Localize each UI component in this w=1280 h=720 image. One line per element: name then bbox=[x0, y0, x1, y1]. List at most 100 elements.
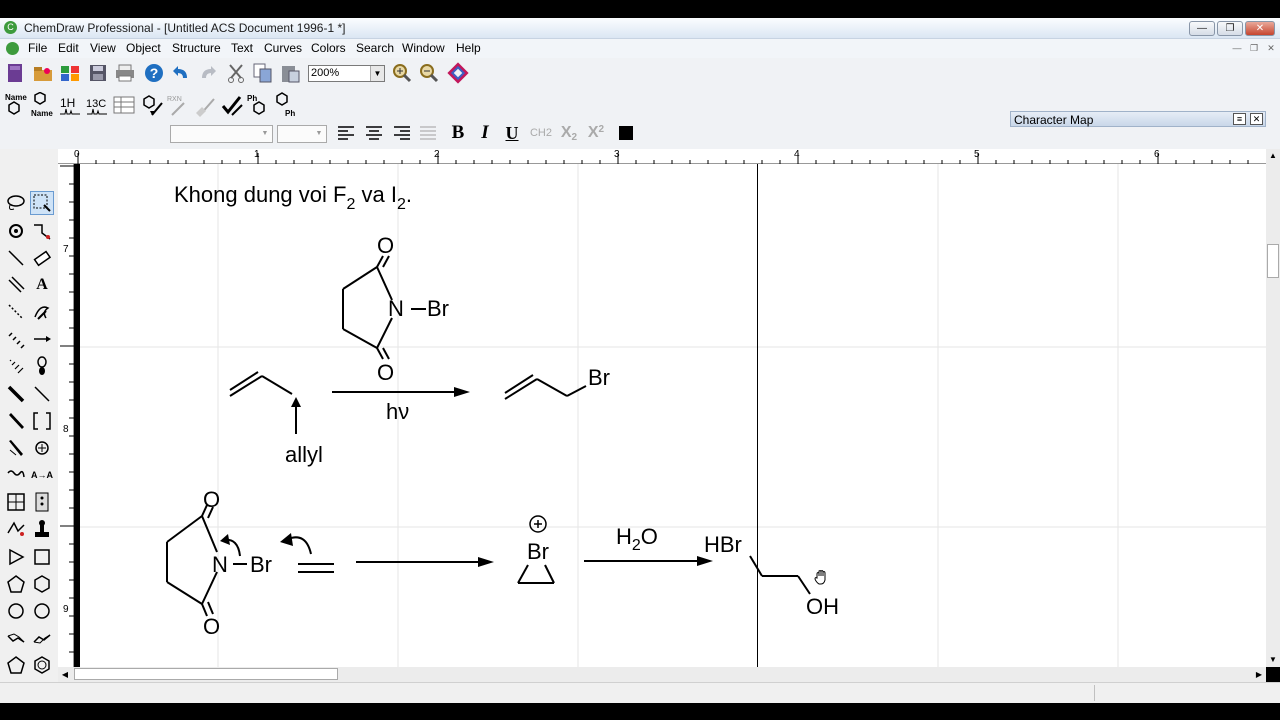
propene-structure[interactable] bbox=[229, 371, 297, 434]
new-document-icon[interactable] bbox=[3, 62, 27, 84]
menu-structure[interactable]: Structure bbox=[172, 41, 221, 55]
chemdraw-app-icon[interactable]: C bbox=[4, 21, 17, 34]
menu-file[interactable]: File bbox=[28, 41, 47, 55]
hashed-bond-tool-icon[interactable] bbox=[4, 327, 28, 351]
menu-edit[interactable]: Edit bbox=[58, 41, 79, 55]
paste-icon[interactable] bbox=[278, 62, 302, 84]
arrow-tool-icon[interactable] bbox=[30, 327, 54, 351]
reaction-icon[interactable]: RXN bbox=[166, 92, 190, 118]
formula-button[interactable]: CH2 bbox=[529, 122, 553, 144]
menu-search[interactable]: Search bbox=[356, 41, 394, 55]
tlc-tool-icon[interactable] bbox=[30, 490, 54, 514]
menu-text[interactable]: Text bbox=[231, 41, 253, 55]
undo-icon[interactable] bbox=[169, 62, 193, 84]
close-icon[interactable]: ✕ bbox=[1250, 113, 1263, 125]
eraser-tool-icon[interactable] bbox=[30, 246, 54, 270]
document-canvas[interactable]: Khong dung voi F2 va I2. O N Br O allyl bbox=[80, 164, 1266, 667]
broom-icon[interactable] bbox=[194, 92, 218, 118]
brackets-tool-icon[interactable] bbox=[30, 409, 54, 433]
scrollbar-thumb[interactable] bbox=[74, 668, 338, 680]
doc-restore-button[interactable]: ❐ bbox=[1247, 42, 1261, 55]
clean-structure-icon[interactable] bbox=[140, 92, 164, 118]
open-icon[interactable] bbox=[31, 62, 55, 84]
cyclohexane-tool-icon[interactable] bbox=[30, 572, 54, 596]
cyclooctane-tool-icon[interactable] bbox=[30, 599, 54, 623]
nbs-structure-2[interactable] bbox=[166, 504, 247, 617]
text-tool-icon[interactable]: A bbox=[30, 273, 54, 297]
c-nmr-icon[interactable]: 13C bbox=[85, 92, 109, 118]
chemical-symbols-tool-icon[interactable] bbox=[30, 436, 54, 460]
italic-button[interactable]: I bbox=[473, 122, 497, 144]
scroll-down-icon[interactable]: ▼ bbox=[1266, 653, 1280, 667]
hashed-wedge-tool-icon[interactable] bbox=[4, 354, 28, 378]
chair-cyclohexane-1-tool-icon[interactable] bbox=[4, 626, 28, 650]
align-left-icon[interactable] bbox=[334, 122, 358, 144]
cycloheptane-tool-icon[interactable] bbox=[4, 599, 28, 623]
table-icon[interactable] bbox=[112, 92, 136, 118]
save-icon[interactable] bbox=[86, 62, 110, 84]
chain-tool-icon[interactable] bbox=[30, 219, 54, 243]
name-to-structure-icon[interactable]: Name bbox=[4, 92, 28, 118]
chevron-down-icon[interactable]: ▼ bbox=[313, 127, 325, 141]
contract-label-icon[interactable]: Ph bbox=[274, 92, 298, 118]
bond-line-tool-icon[interactable] bbox=[30, 382, 54, 406]
zoom-in-icon[interactable] bbox=[390, 62, 414, 84]
superscript-button[interactable]: X2 bbox=[584, 122, 608, 144]
chevron-down-icon[interactable]: ▼ bbox=[259, 127, 271, 141]
zoom-out-icon[interactable] bbox=[417, 62, 441, 84]
cyclobutane-tool-icon[interactable] bbox=[30, 545, 54, 569]
structure-to-name-icon[interactable]: Name bbox=[30, 92, 54, 118]
help-icon[interactable]: ? bbox=[142, 62, 166, 84]
menu-view[interactable]: View bbox=[90, 41, 116, 55]
nbs-structure[interactable] bbox=[342, 255, 426, 360]
align-right-icon[interactable] bbox=[390, 122, 414, 144]
orbital-tool-icon[interactable] bbox=[30, 354, 54, 378]
reaction-mapping-tool-icon[interactable]: A→A bbox=[30, 463, 54, 487]
document-icon[interactable] bbox=[6, 42, 19, 55]
cyclopentadiene-tool-icon[interactable] bbox=[4, 653, 28, 677]
stamp-tool-icon[interactable] bbox=[30, 517, 54, 541]
menu-object[interactable]: Object bbox=[126, 41, 161, 55]
check-structure-icon[interactable] bbox=[220, 92, 244, 118]
character-map-panel[interactable]: Character Map ≡ ✕ bbox=[1010, 111, 1266, 127]
benzene-tool-icon[interactable] bbox=[30, 653, 54, 677]
scroll-left-icon[interactable]: ◀ bbox=[58, 667, 72, 682]
doc-minimize-button[interactable]: — bbox=[1230, 42, 1244, 55]
horizontal-scrollbar[interactable]: ◀ ▶ bbox=[58, 667, 1266, 682]
dashed-bond-tool-icon[interactable] bbox=[4, 300, 28, 324]
allyl-bromide-structure[interactable] bbox=[504, 374, 587, 400]
vertical-scrollbar[interactable]: ▲ ▼ bbox=[1266, 149, 1280, 667]
justify-icon[interactable] bbox=[416, 122, 440, 144]
structure-perspective-icon[interactable] bbox=[4, 219, 28, 243]
scroll-right-icon[interactable]: ▶ bbox=[1252, 667, 1266, 682]
menu-window[interactable]: Window bbox=[402, 41, 445, 55]
scroll-up-icon[interactable]: ▲ bbox=[1266, 149, 1280, 163]
menu-colors[interactable]: Colors bbox=[311, 41, 346, 55]
font-family-select[interactable]: ▼ bbox=[170, 125, 273, 143]
redo-icon[interactable] bbox=[196, 62, 220, 84]
expand-label-icon[interactable]: Ph bbox=[246, 92, 270, 118]
scrollbar-thumb[interactable] bbox=[1267, 244, 1279, 278]
wavy-bond-tool-icon[interactable] bbox=[4, 463, 28, 487]
minimize-button[interactable]: — bbox=[1189, 21, 1215, 36]
chemdraw-logo-icon[interactable] bbox=[446, 62, 470, 84]
h-nmr-icon[interactable]: 1H bbox=[58, 92, 82, 118]
marquee-tool-icon[interactable] bbox=[30, 191, 54, 215]
copy-icon[interactable] bbox=[251, 62, 275, 84]
lasso-tool-icon[interactable] bbox=[4, 191, 28, 215]
pen-tool-icon[interactable] bbox=[30, 300, 54, 324]
chair-cyclohexane-2-tool-icon[interactable] bbox=[30, 626, 54, 650]
ethene-structure[interactable] bbox=[298, 563, 334, 573]
shape-tool-icon[interactable] bbox=[4, 517, 28, 541]
cut-icon[interactable] bbox=[224, 62, 248, 84]
wedge-bond-tool-icon[interactable] bbox=[4, 409, 28, 433]
font-size-select[interactable]: ▼ bbox=[277, 125, 327, 143]
menu-curves[interactable]: Curves bbox=[264, 41, 302, 55]
color-swatch-button[interactable] bbox=[614, 122, 638, 144]
doc-close-button[interactable]: ✕ bbox=[1264, 42, 1278, 55]
table-tool-icon[interactable] bbox=[4, 490, 28, 514]
close-button[interactable]: ✕ bbox=[1245, 21, 1275, 36]
zoom-select[interactable]: 200% ▼ bbox=[308, 65, 385, 82]
cyclopropane-tool-icon[interactable] bbox=[4, 545, 28, 569]
menu-icon[interactable]: ≡ bbox=[1233, 113, 1246, 125]
